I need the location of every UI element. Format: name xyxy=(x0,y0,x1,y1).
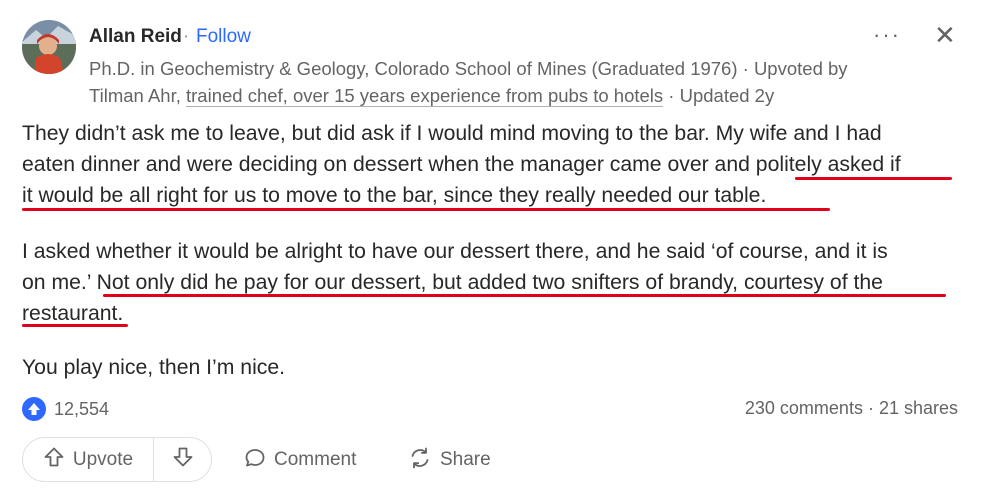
upvote-arrow-icon xyxy=(43,446,65,473)
answer-line: eaten dinner and were deciding on desser… xyxy=(22,153,901,176)
upvote-count: 12,554 xyxy=(22,397,109,421)
avatar[interactable] xyxy=(22,20,76,74)
red-underline-annotation xyxy=(22,324,128,327)
comment-button[interactable]: Comment xyxy=(244,442,356,478)
share-label: Share xyxy=(440,449,491,470)
upvoter-credential[interactable]: trained chef, over 15 years experience f… xyxy=(186,85,664,107)
share-icon xyxy=(408,446,432,475)
upvote-number: 12,554 xyxy=(54,398,110,419)
red-underline-annotation xyxy=(795,177,952,180)
vote-group: Upvote xyxy=(22,437,212,482)
more-options-icon[interactable]: ··· xyxy=(873,22,901,48)
close-icon[interactable]: ✕ xyxy=(934,20,956,51)
downvote-button[interactable] xyxy=(154,438,211,481)
share-button[interactable]: Share xyxy=(408,442,491,478)
follow-button[interactable]: Follow xyxy=(196,26,251,48)
upvoter-name[interactable]: Tilman Ahr, xyxy=(89,85,181,106)
downvote-arrow-icon xyxy=(172,446,194,473)
red-underline-annotation xyxy=(103,294,946,297)
answer-line: You play nice, then I’m nice. xyxy=(22,356,286,379)
red-underline-annotation xyxy=(22,208,830,211)
upvote-filled-icon xyxy=(22,397,46,421)
answer-line: They didn’t ask me to leave, but did ask… xyxy=(22,122,882,145)
upvote-button[interactable]: Upvote xyxy=(23,438,154,481)
comment-icon xyxy=(244,447,266,474)
upvoted-by-line: Tilman Ahr, trained chef, over 15 years … xyxy=(89,82,774,109)
comment-label: Comment xyxy=(274,449,357,470)
upvote-label: Upvote xyxy=(72,448,134,470)
updated-time: · Updated 2y xyxy=(668,85,775,106)
comments-shares-count[interactable]: 230 comments · 21 shares xyxy=(745,398,958,419)
author-credential: Ph.D. in Geochemistry & Geology, Colorad… xyxy=(89,58,848,79)
answer-line: I asked whether it would be alright to h… xyxy=(22,240,888,263)
answer-line: it would be all right for us to move to … xyxy=(22,184,767,207)
separator-dot: · xyxy=(183,26,190,47)
author-name[interactable]: Allan Reid xyxy=(89,26,182,48)
